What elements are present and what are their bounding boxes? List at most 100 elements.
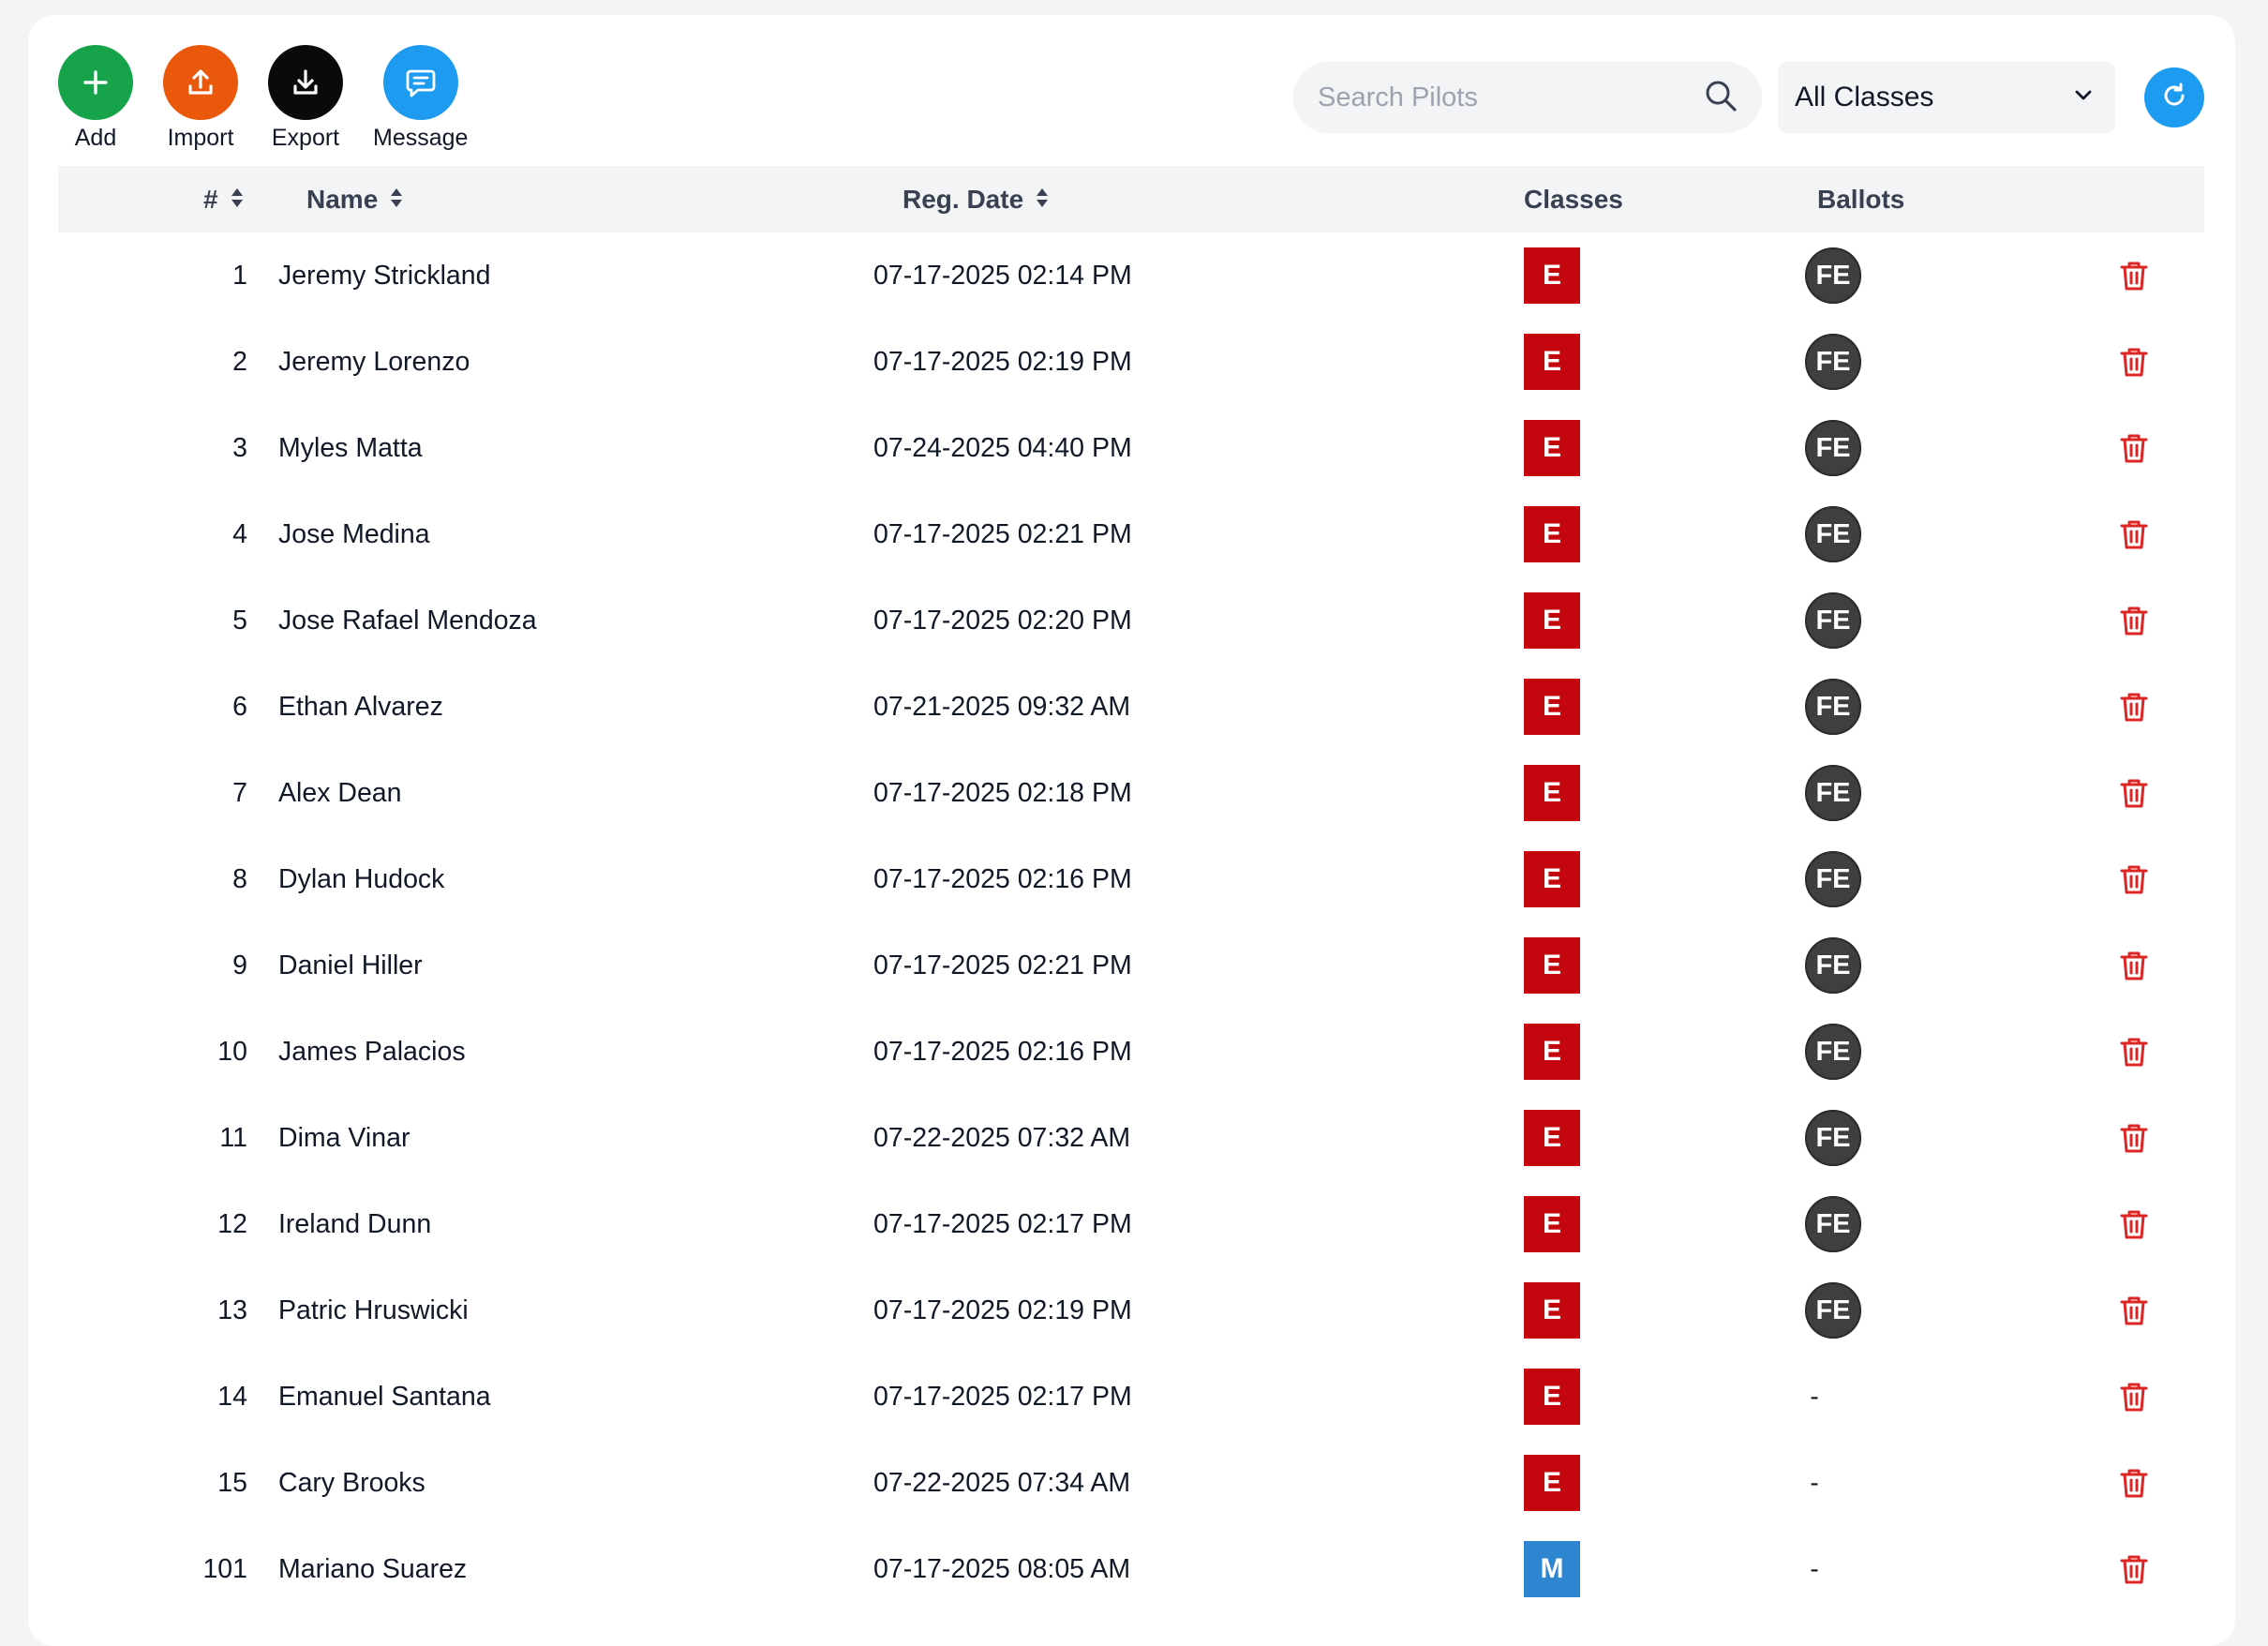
ballot-badge[interactable]: FE xyxy=(1805,420,1861,476)
trash-icon[interactable] xyxy=(2118,517,2150,551)
message-button[interactable]: Message xyxy=(373,45,468,152)
pilots-panel: Add Import Export Message Search Pilots … xyxy=(28,15,2235,1646)
class-badge[interactable]: E xyxy=(1524,765,1580,821)
table-row[interactable]: 8 Dylan Hudock 07-17-2025 02:16 PM E FE xyxy=(58,836,2204,922)
ballot-badge[interactable]: FE xyxy=(1805,851,1861,907)
class-badge[interactable]: E xyxy=(1524,679,1580,735)
class-badge[interactable]: E xyxy=(1524,1110,1580,1166)
ballot-badge[interactable]: FE xyxy=(1805,247,1861,304)
ballot-cell: FE xyxy=(1805,1095,1861,1181)
trash-icon[interactable] xyxy=(2118,1035,2150,1069)
class-cell: E xyxy=(1524,577,1580,664)
ballot-badge[interactable]: FE xyxy=(1805,334,1861,390)
class-cell: E xyxy=(1524,1181,1580,1267)
class-cell: E xyxy=(1524,922,1580,1009)
trash-icon[interactable] xyxy=(2118,776,2150,810)
add-button[interactable]: Add xyxy=(58,45,133,152)
class-badge[interactable]: E xyxy=(1524,1455,1580,1511)
header-name[interactable]: Name xyxy=(306,166,404,232)
class-cell: E xyxy=(1524,232,1580,319)
header-num[interactable]: # xyxy=(203,166,245,232)
table-row[interactable]: 101 Mariano Suarez 07-17-2025 08:05 AM M - xyxy=(58,1526,2204,1612)
delete-cell xyxy=(2118,1181,2150,1267)
class-filter-select[interactable]: All Classes xyxy=(1778,62,2115,133)
class-badge[interactable]: E xyxy=(1524,1282,1580,1339)
class-badge[interactable]: E xyxy=(1524,506,1580,562)
ballot-badge[interactable]: FE xyxy=(1805,1110,1861,1166)
class-badge[interactable]: E xyxy=(1524,420,1580,476)
class-badge[interactable]: E xyxy=(1524,1024,1580,1080)
trash-icon[interactable] xyxy=(2118,862,2150,896)
class-badge[interactable]: E xyxy=(1524,592,1580,649)
class-badge[interactable]: E xyxy=(1524,1369,1580,1425)
trash-icon[interactable] xyxy=(2118,259,2150,292)
export-button[interactable]: Export xyxy=(268,45,343,152)
ballot-cell: FE xyxy=(1805,1181,1861,1267)
ballot-cell: FE xyxy=(1805,232,1861,319)
import-button[interactable]: Import xyxy=(163,45,238,152)
class-cell: E xyxy=(1524,1009,1580,1095)
table-row[interactable]: 1 Jeremy Strickland 07-17-2025 02:14 PM E FE xyxy=(58,232,2204,319)
trash-icon[interactable] xyxy=(2118,1552,2150,1586)
class-cell: E xyxy=(1524,1440,1580,1526)
class-cell: E xyxy=(1524,319,1580,405)
trash-icon[interactable] xyxy=(2118,690,2150,724)
search-input[interactable] xyxy=(1318,82,1702,113)
table-row[interactable]: 4 Jose Medina 07-17-2025 02:21 PM E FE xyxy=(58,491,2204,577)
table-row[interactable]: 11 Dima Vinar 07-22-2025 07:32 AM E FE xyxy=(58,1095,2204,1181)
row-number: 14 xyxy=(217,1381,247,1412)
row-number: 7 xyxy=(232,777,247,808)
table-row[interactable]: 15 Cary Brooks 07-22-2025 07:34 AM E - xyxy=(58,1440,2204,1526)
delete-cell xyxy=(2118,664,2150,750)
ballot-badge[interactable]: FE xyxy=(1805,592,1861,649)
class-badge[interactable]: E xyxy=(1524,334,1580,390)
ballot-badge[interactable]: FE xyxy=(1805,506,1861,562)
table-row[interactable]: 10 James Palacios 07-17-2025 02:16 PM E FE xyxy=(58,1009,2204,1095)
table-row[interactable]: 13 Patric Hruswicki 07-17-2025 02:19 PM E FE xyxy=(58,1267,2204,1354)
header-reg-date[interactable]: Reg. Date xyxy=(903,166,1050,232)
trash-icon[interactable] xyxy=(2118,1294,2150,1327)
table-row[interactable]: 5 Jose Rafael Mendoza 07-17-2025 02:20 PM E… xyxy=(58,577,2204,664)
delete-cell xyxy=(2118,1354,2150,1440)
trash-icon[interactable] xyxy=(2118,345,2150,379)
table-header: # Name Reg. Date Classes Ballots xyxy=(58,166,2204,232)
ballot-cell: FE xyxy=(1805,405,1861,491)
reg-date: 07-17-2025 08:05 AM xyxy=(873,1553,1131,1584)
class-badge[interactable]: E xyxy=(1524,851,1580,907)
trash-icon[interactable] xyxy=(2118,431,2150,465)
upload-icon xyxy=(163,45,238,120)
search-icon[interactable] xyxy=(1702,77,1739,119)
table-row[interactable]: 2 Jeremy Lorenzo 07-17-2025 02:19 PM E FE xyxy=(58,319,2204,405)
trash-icon[interactable] xyxy=(2118,1121,2150,1155)
table-row[interactable]: 14 Emanuel Santana 07-17-2025 02:17 PM E - xyxy=(58,1354,2204,1440)
ballot-badge[interactable]: FE xyxy=(1805,1282,1861,1339)
table-row[interactable]: 3 Myles Matta 07-24-2025 04:40 PM E FE xyxy=(58,405,2204,491)
trash-icon[interactable] xyxy=(2118,1207,2150,1241)
trash-icon[interactable] xyxy=(2118,1466,2150,1500)
row-number: 6 xyxy=(232,691,247,722)
class-cell: E xyxy=(1524,1267,1580,1354)
class-badge[interactable]: E xyxy=(1524,247,1580,304)
ballot-badge[interactable]: FE xyxy=(1805,937,1861,994)
trash-icon[interactable] xyxy=(2118,949,2150,982)
class-badge[interactable]: M xyxy=(1524,1541,1580,1597)
ballot-badge[interactable]: FE xyxy=(1805,1024,1861,1080)
ballot-cell: - xyxy=(1805,1354,1861,1440)
table-row[interactable]: 7 Alex Dean 07-17-2025 02:18 PM E FE xyxy=(58,750,2204,836)
refresh-button[interactable] xyxy=(2144,67,2204,127)
trash-icon[interactable] xyxy=(2118,1380,2150,1414)
table-row[interactable]: 12 Ireland Dunn 07-17-2025 02:17 PM E FE xyxy=(58,1181,2204,1267)
class-badge[interactable]: E xyxy=(1524,937,1580,994)
ballot-badge[interactable]: FE xyxy=(1805,1196,1861,1252)
trash-icon[interactable] xyxy=(2118,604,2150,637)
ballot-badge[interactable]: FE xyxy=(1805,765,1861,821)
ballot-cell: FE xyxy=(1805,664,1861,750)
ballot-cell: FE xyxy=(1805,1009,1861,1095)
table-row[interactable]: 9 Daniel Hiller 07-17-2025 02:21 PM E FE xyxy=(58,922,2204,1009)
message-label: Message xyxy=(373,125,469,151)
class-badge[interactable]: E xyxy=(1524,1196,1580,1252)
delete-cell xyxy=(2118,750,2150,836)
pilot-name: Cary Brooks xyxy=(278,1467,425,1498)
ballot-badge[interactable]: FE xyxy=(1805,679,1861,735)
table-row[interactable]: 6 Ethan Alvarez 07-21-2025 09:32 AM E FE xyxy=(58,664,2204,750)
